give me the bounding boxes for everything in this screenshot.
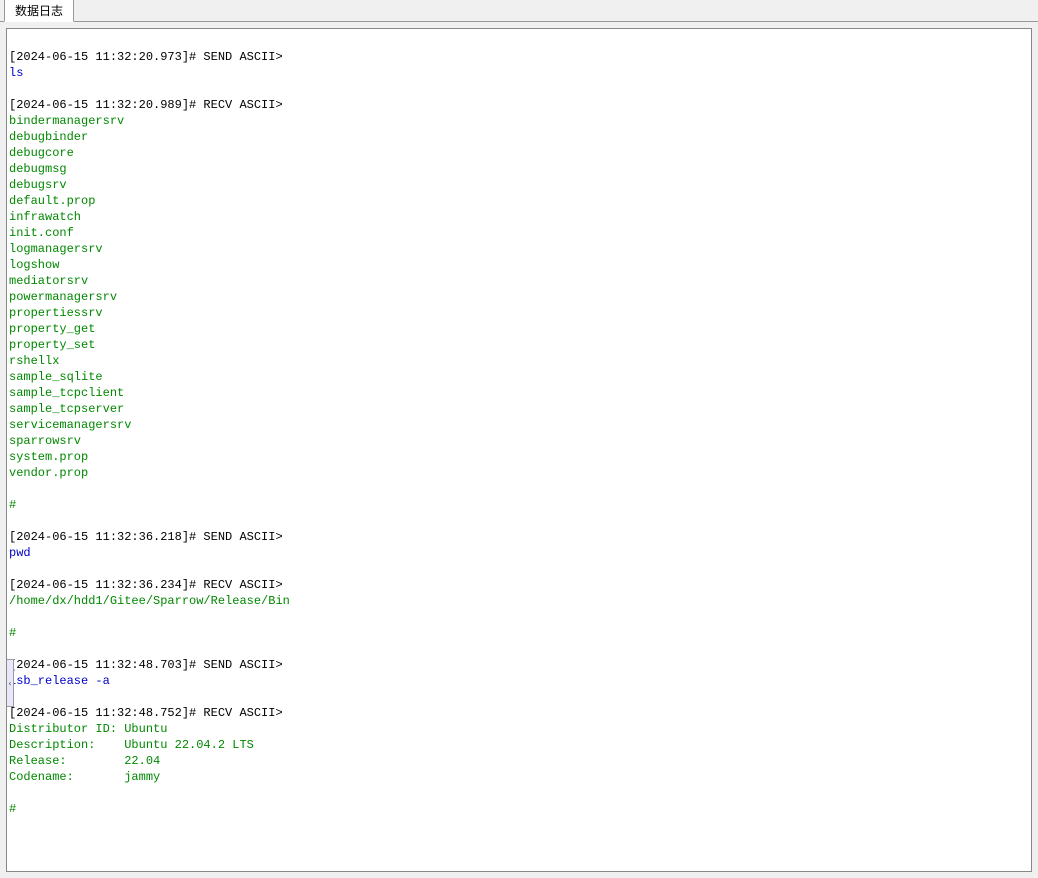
log-line-header: [2024-06-15 11:32:36.234]# RECV ASCII> (9, 577, 1029, 593)
log-line-recv: system.prop (9, 449, 1029, 465)
log-line-recv: # (9, 801, 1029, 817)
log-line-recv: servicemanagersrv (9, 417, 1029, 433)
expand-handle[interactable]: ‹ (6, 659, 14, 707)
log-line-recv: init.conf (9, 225, 1029, 241)
chevron-left-icon: ‹ (8, 679, 13, 688)
log-blank-line (9, 641, 1029, 657)
tab-data-log[interactable]: 数据日志 (4, 0, 74, 22)
log-blank-line (9, 513, 1029, 529)
tab-bar: 数据日志 (0, 0, 1038, 22)
log-line-recv: Codename: jammy (9, 769, 1029, 785)
log-line-recv: Release: 22.04 (9, 753, 1029, 769)
log-line-recv: logmanagersrv (9, 241, 1029, 257)
log-line-header: [2024-06-15 11:32:20.973]# SEND ASCII> (9, 49, 1029, 65)
log-line-cmd: lsb_release -a (9, 673, 1029, 689)
log-line-recv: rshellx (9, 353, 1029, 369)
log-line-recv: property_get (9, 321, 1029, 337)
log-line-recv: sparrowsrv (9, 433, 1029, 449)
log-line-recv: debugcore (9, 145, 1029, 161)
log-line-recv: sample_tcpclient (9, 385, 1029, 401)
log-line-recv: sample_sqlite (9, 369, 1029, 385)
log-line-recv: debugbinder (9, 129, 1029, 145)
log-line-recv: powermanagersrv (9, 289, 1029, 305)
log-blank-line (9, 561, 1029, 577)
log-line-recv: vendor.prop (9, 465, 1029, 481)
log-line-recv: default.prop (9, 193, 1029, 209)
log-line-recv: debugmsg (9, 161, 1029, 177)
log-blank-line (9, 81, 1029, 97)
log-blank-line (9, 33, 1029, 49)
log-line-recv: Description: Ubuntu 22.04.2 LTS (9, 737, 1029, 753)
log-line-recv: logshow (9, 257, 1029, 273)
log-blank-line (9, 785, 1029, 801)
log-blank-line (9, 481, 1029, 497)
log-line-recv: sample_tcpserver (9, 401, 1029, 417)
tab-label: 数据日志 (15, 4, 63, 18)
log-line-header: [2024-06-15 11:32:36.218]# SEND ASCII> (9, 529, 1029, 545)
log-line-recv: # (9, 625, 1029, 641)
log-line-recv: Distributor ID: Ubuntu (9, 721, 1029, 737)
log-line-recv: bindermanagersrv (9, 113, 1029, 129)
log-line-cmd: ls (9, 65, 1029, 81)
log-blank-line (9, 689, 1029, 705)
log-line-header: [2024-06-15 11:32:48.703]# SEND ASCII> (9, 657, 1029, 673)
log-panel[interactable]: ‹ [2024-06-15 11:32:20.973]# SEND ASCII>… (6, 28, 1032, 872)
log-line-recv: # (9, 497, 1029, 513)
log-line-recv: propertiessrv (9, 305, 1029, 321)
log-line-header: [2024-06-15 11:32:20.989]# RECV ASCII> (9, 97, 1029, 113)
log-line-recv: mediatorsrv (9, 273, 1029, 289)
log-blank-line (9, 609, 1029, 625)
log-line-header: [2024-06-15 11:32:48.752]# RECV ASCII> (9, 705, 1029, 721)
log-line-recv: /home/dx/hdd1/Gitee/Sparrow/Release/Bin (9, 593, 1029, 609)
log-line-cmd: pwd (9, 545, 1029, 561)
log-content[interactable]: [2024-06-15 11:32:20.973]# SEND ASCII>ls… (7, 29, 1031, 821)
log-line-recv: debugsrv (9, 177, 1029, 193)
log-line-recv: property_set (9, 337, 1029, 353)
log-line-recv: infrawatch (9, 209, 1029, 225)
